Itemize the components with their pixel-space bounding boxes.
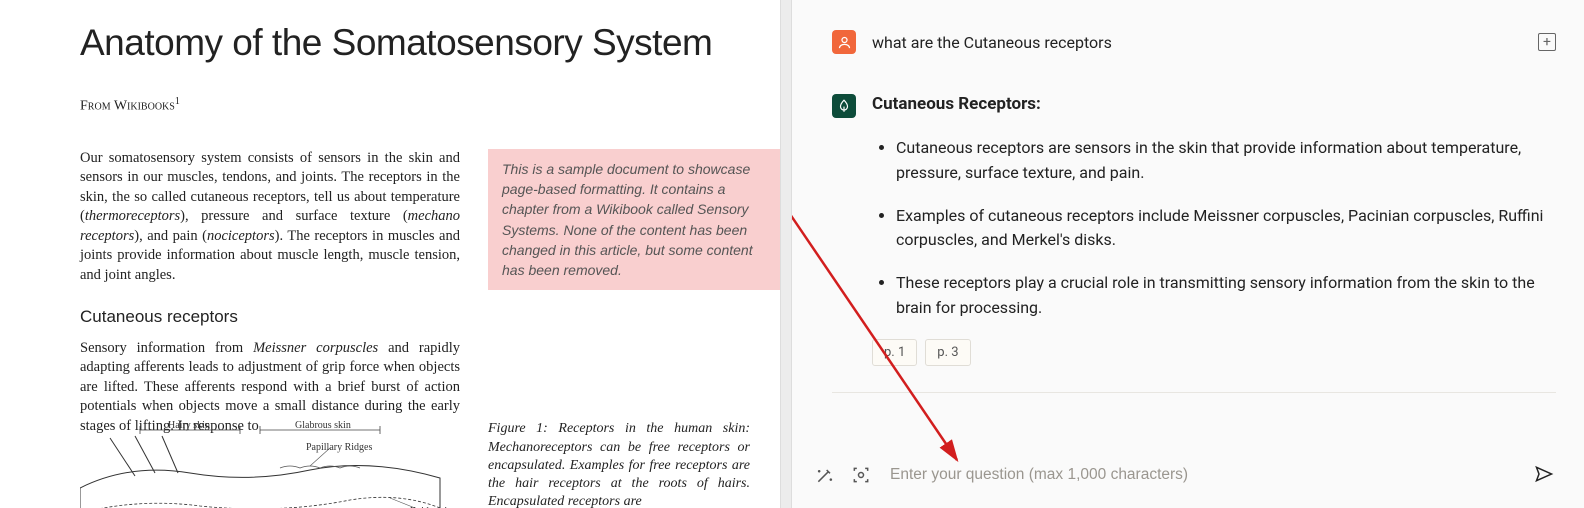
expand-icon[interactable]: + <box>1538 33 1556 51</box>
ai-message-row: Cutaneous Receptors: Cutaneous receptors… <box>832 94 1556 366</box>
ai-bullet-list: Cutaneous receptors are sensors in the s… <box>872 136 1556 321</box>
question-input[interactable] <box>886 458 1520 492</box>
ai-avatar-icon <box>832 94 856 118</box>
scan-icon[interactable] <box>850 464 872 486</box>
user-avatar-icon <box>832 30 856 54</box>
user-question-text: what are the Cutaneous receptors <box>872 33 1522 52</box>
label-papillary: Papillary Ridges <box>306 442 372 453</box>
pane-divider[interactable] <box>780 0 792 508</box>
footnote-marker: 1 <box>175 96 180 107</box>
document-pane: Anatomy of the Somatosensory System From… <box>0 0 780 508</box>
user-message-row: what are the Cutaneous receptors + <box>832 30 1556 54</box>
ai-response-heading: Cutaneous Receptors: <box>872 94 1556 114</box>
magic-wand-icon[interactable] <box>814 464 836 486</box>
section-heading-cutaneous: Cutaneous receptors <box>80 306 460 329</box>
source-initial: F <box>80 99 88 114</box>
app-root: Anatomy of the Somatosensory System From… <box>0 0 1584 508</box>
label-hairy-skin: Hairy skin <box>168 420 210 431</box>
figure-caption: Figure 1: Receptors in the human skin: M… <box>488 420 750 508</box>
right-column: This is a sample document to showcase pa… <box>488 149 750 508</box>
ai-response-content: Cutaneous Receptors: Cutaneous receptors… <box>872 94 1556 366</box>
sample-note-callout: This is a sample document to showcase pa… <box>488 149 780 291</box>
ai-bullet-item: Cutaneous receptors are sensors in the s… <box>896 136 1556 186</box>
skin-diagram: Hairy skin Glabrous skin Papillary Ridge… <box>80 418 460 508</box>
chat-pane: what are the Cutaneous receptors + Cutan… <box>792 0 1584 508</box>
chat-separator <box>832 392 1556 393</box>
paragraph-intro: Our somatosensory system consists of sen… <box>80 149 460 286</box>
skin-diagram-svg <box>80 418 460 508</box>
document-title: Anatomy of the Somatosensory System <box>80 22 750 64</box>
send-icon[interactable] <box>1534 464 1556 486</box>
chat-input-bar <box>792 444 1584 508</box>
document-source: From Wikibooks1 <box>80 96 750 115</box>
ref-chip-p1[interactable]: p. 1 <box>872 339 917 366</box>
label-glabrous-skin: Glabrous skin <box>295 420 351 431</box>
ai-bullet-item: Examples of cutaneous receptors include … <box>896 204 1556 254</box>
source-rest: rom Wikibooks <box>88 99 175 114</box>
ai-bullet-item: These receptors play a crucial role in t… <box>896 271 1556 321</box>
page-references: p. 1 p. 3 <box>872 339 1556 366</box>
chat-scroll: what are the Cutaneous receptors + Cutan… <box>792 0 1584 444</box>
ref-chip-p3[interactable]: p. 3 <box>925 339 970 366</box>
